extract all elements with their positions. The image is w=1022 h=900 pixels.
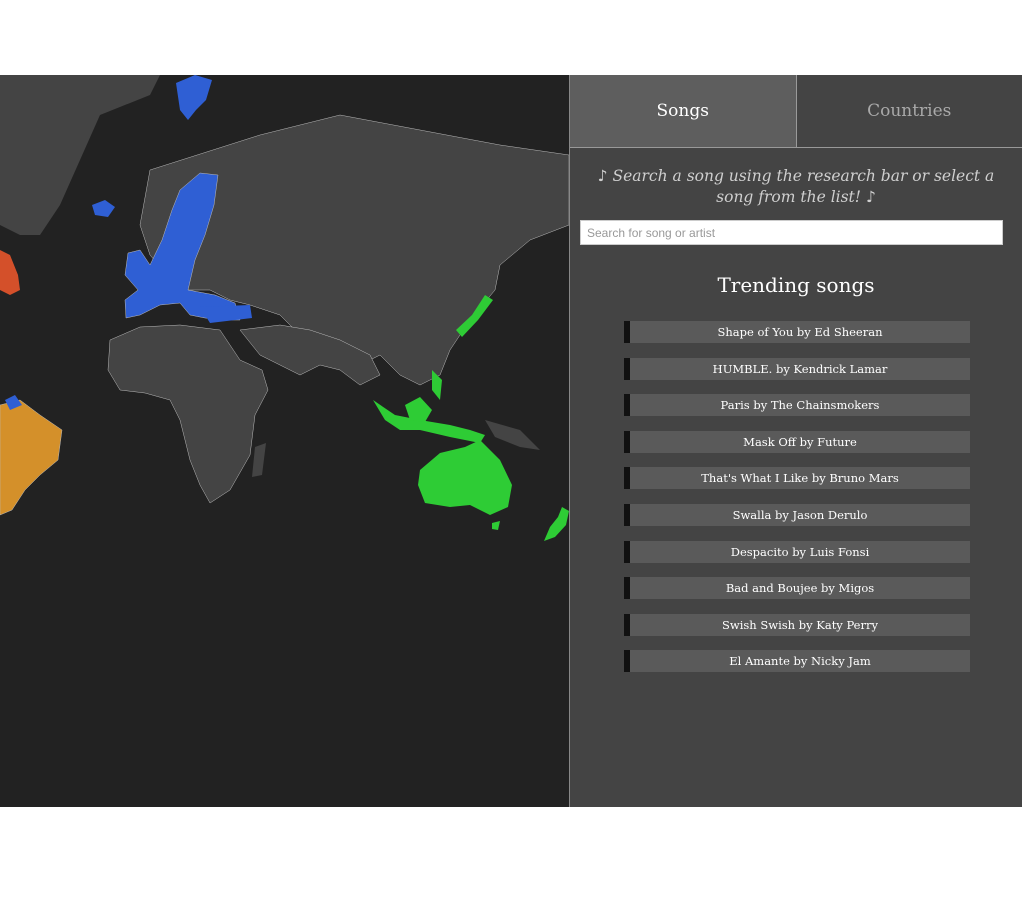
new-guinea-shape[interactable]	[485, 420, 540, 450]
world-map-svg[interactable]	[0, 75, 569, 807]
song-item[interactable]: Bad and Boujee by Migos	[624, 577, 970, 600]
song-item[interactable]: Paris by The Chainsmokers	[624, 394, 970, 417]
madagascar-shape[interactable]	[252, 443, 266, 477]
greenland-shape[interactable]	[0, 75, 160, 235]
svalbard-shape[interactable]	[176, 75, 212, 120]
search-input[interactable]	[580, 220, 1003, 245]
side-panel: Songs Countries ♪ Search a song using th…	[569, 75, 1022, 807]
trending-songs-list: Shape of You by Ed Sheeran HUMBLE. by Ke…	[624, 321, 970, 673]
new-zealand-shape[interactable]	[544, 507, 569, 541]
iceland-shape[interactable]	[92, 200, 115, 217]
tab-countries[interactable]: Countries	[796, 75, 1022, 147]
tab-bar: Songs Countries	[570, 75, 1022, 148]
song-item[interactable]: Swish Swish by Katy Perry	[624, 613, 970, 636]
africa-shape[interactable]	[107, 324, 269, 504]
north-america-shape[interactable]	[0, 250, 20, 295]
song-item[interactable]: That's What I Like by Bruno Mars	[624, 467, 970, 490]
song-item[interactable]: Shape of You by Ed Sheeran	[624, 321, 970, 343]
turkey-shape[interactable]	[200, 305, 252, 323]
indonesia-shape[interactable]	[373, 400, 485, 443]
australia-shape[interactable]	[418, 440, 512, 515]
south-america-shape[interactable]	[0, 399, 63, 516]
song-item[interactable]: Swalla by Jason Derulo	[624, 503, 970, 526]
instructions-text: ♪ Search a song using the research bar o…	[597, 167, 995, 206]
song-item[interactable]: Mask Off by Future	[624, 430, 970, 453]
tab-songs[interactable]: Songs	[570, 75, 797, 147]
world-map[interactable]	[0, 75, 569, 807]
song-item[interactable]: HUMBLE. by Kendrick Lamar	[624, 357, 970, 380]
song-item[interactable]: Despacito by Luis Fonsi	[624, 540, 970, 563]
tasmania-shape[interactable]	[492, 521, 500, 530]
song-item[interactable]: El Amante by Nicky Jam	[624, 650, 970, 673]
trending-songs-title: Trending songs	[717, 273, 875, 297]
